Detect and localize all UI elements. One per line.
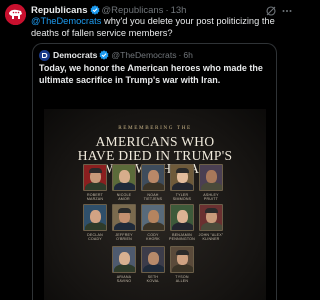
portrait-card: NOAH TIETJENS bbox=[139, 164, 167, 201]
quoted-post-time[interactable]: 6h bbox=[183, 50, 193, 60]
post-time[interactable]: 13h bbox=[171, 5, 187, 16]
quoted-post-text: Today, we honor the American heroes who … bbox=[39, 63, 263, 85]
service-member-name: NOAH TIETJENS bbox=[143, 193, 163, 202]
grok-icon[interactable] bbox=[265, 4, 277, 16]
portrait-card: ARIANA SAVINO bbox=[110, 246, 138, 283]
service-member-name: JEFFREY O'BRIEN bbox=[115, 233, 133, 242]
quoted-author-name[interactable]: Democrats bbox=[53, 50, 97, 60]
poster-remembering: REMEMBERING THE bbox=[118, 125, 192, 131]
portrait-card: ROBERT MARZAN bbox=[81, 164, 109, 201]
separator-dot: · bbox=[178, 50, 182, 60]
service-member-name: BENJAMIN PENNINGTON bbox=[169, 233, 195, 242]
service-member-photo bbox=[83, 204, 107, 231]
portrait-card: BENJAMIN PENNINGTON bbox=[168, 204, 196, 241]
tweet: Republicans @Republicans · 13h @TheDemoc… bbox=[0, 0, 297, 300]
service-member-name: ASHLEY PRUITT bbox=[203, 193, 219, 202]
author-name[interactable]: Republicans bbox=[31, 5, 88, 16]
service-member-photo bbox=[141, 164, 165, 191]
post-text: @TheDemocrats why'd you delete your post… bbox=[31, 16, 289, 39]
post-actions bbox=[265, 4, 293, 16]
verified-badge-icon bbox=[90, 5, 99, 15]
service-member-photo bbox=[141, 246, 165, 273]
poster-title-line2: HAVE DIED IN TRUMP'S bbox=[77, 147, 233, 163]
portrait-card: JEFFREY O'BRIEN bbox=[110, 204, 138, 241]
more-options-icon[interactable] bbox=[281, 4, 293, 16]
separator-dot: · bbox=[165, 4, 169, 16]
author-handle[interactable]: @Republicans bbox=[102, 5, 164, 16]
service-member-name: TYSON ALLEN bbox=[175, 275, 189, 284]
portrait-card: NICOLE AMOR bbox=[110, 164, 138, 201]
portrait-card: SETH KOVAL bbox=[139, 246, 167, 283]
portrait-card: JOHN "ALEX" KLINNER bbox=[197, 204, 225, 241]
service-member-photo bbox=[199, 204, 223, 231]
service-member-photo bbox=[170, 204, 194, 231]
portrait-card: ASHLEY PRUITT bbox=[197, 164, 225, 201]
mention-link[interactable]: @TheDemocrats bbox=[31, 16, 101, 26]
service-member-name: ROBERT MARZAN bbox=[86, 193, 104, 202]
post-header: Republicans @Republicans · 13h bbox=[31, 4, 186, 16]
service-member-name: CODY KHORK bbox=[146, 233, 160, 242]
service-member-photo bbox=[112, 246, 136, 273]
democrats-avatar[interactable] bbox=[39, 49, 50, 61]
service-member-photo bbox=[112, 164, 136, 191]
quoted-post[interactable]: Democrats @TheDemocrats · 6h Today, we h… bbox=[32, 43, 277, 300]
service-member-name: JOHN "ALEX" KLINNER bbox=[198, 233, 224, 242]
service-member-name: TYLER SIMMONS bbox=[172, 193, 192, 202]
republicans-avatar[interactable] bbox=[5, 4, 26, 25]
quoted-post-header: Democrats @TheDemocrats · 6h bbox=[39, 49, 193, 61]
service-member-photo bbox=[170, 164, 194, 191]
service-member-name: DECLAN COADY bbox=[87, 233, 103, 242]
service-member-photo bbox=[141, 204, 165, 231]
service-member-photo bbox=[83, 164, 107, 191]
service-member-name: ARIANA SAVINO bbox=[116, 275, 132, 284]
service-member-name: NICOLE AMOR bbox=[116, 193, 132, 202]
quoted-author-handle[interactable]: @TheDemocrats bbox=[111, 50, 176, 60]
service-member-name: SETH KOVAL bbox=[146, 275, 160, 284]
portrait-card: DECLAN COADY bbox=[81, 204, 109, 241]
verified-badge-icon bbox=[99, 50, 109, 60]
memorial-poster-image[interactable]: REMEMBERING THE AMERICANS WHO HAVE DIED … bbox=[44, 109, 266, 300]
portrait-card: TYSON ALLEN bbox=[168, 246, 196, 283]
service-member-photo bbox=[199, 164, 223, 191]
service-member-photo bbox=[170, 246, 194, 273]
portrait-card: CODY KHORK bbox=[139, 204, 167, 241]
service-member-photo bbox=[112, 204, 136, 231]
portrait-card: TYLER SIMMONS bbox=[168, 164, 196, 201]
poster-title-line1: AMERICANS WHO bbox=[95, 134, 215, 149]
